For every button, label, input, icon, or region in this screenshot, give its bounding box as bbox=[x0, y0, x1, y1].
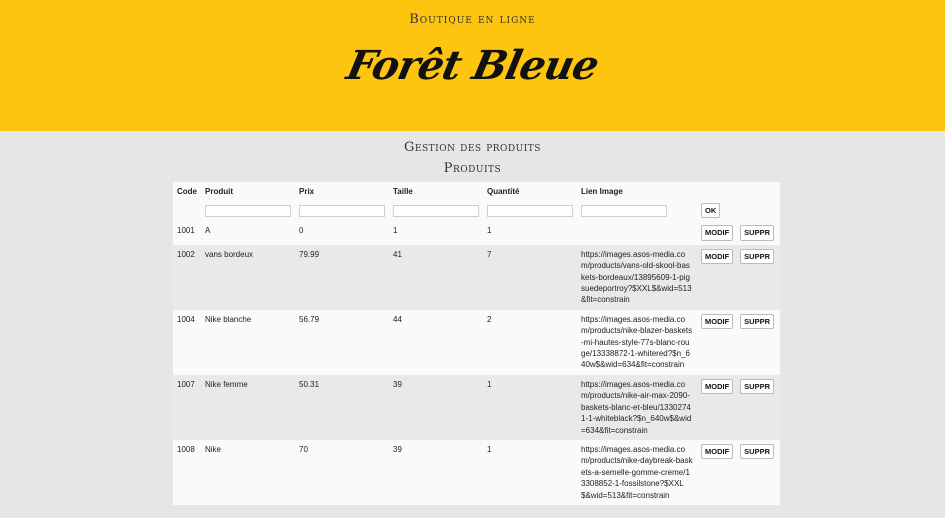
cell-produit: Nike femme bbox=[201, 374, 295, 440]
site-subtitle: Boutique en ligne bbox=[409, 12, 536, 27]
prix-input[interactable] bbox=[299, 204, 385, 217]
cell-prix: 0 bbox=[295, 221, 389, 245]
cell-code: 1008 bbox=[173, 439, 201, 505]
cell-quantite: 1 bbox=[483, 439, 577, 505]
cell-quantite: 7 bbox=[483, 244, 577, 310]
cell-actions: MODIF SUPPR bbox=[697, 309, 780, 375]
site-logo: Forêt Bleue bbox=[342, 42, 603, 89]
cell-prix: 79.99 bbox=[295, 244, 389, 310]
cell-prix: 70 bbox=[295, 439, 389, 505]
col-header-prix: Prix bbox=[295, 182, 389, 200]
suppr-button[interactable]: SUPPR bbox=[740, 378, 775, 395]
table-header-row: Code Produit Prix Taille Quantité Lien I… bbox=[173, 182, 780, 200]
cell-taille: 41 bbox=[389, 244, 483, 310]
new-product-form-row: OK bbox=[173, 200, 780, 222]
cell-lien-image: https://images.asos-media.com/products/n… bbox=[577, 439, 697, 505]
produit-input[interactable] bbox=[205, 204, 291, 217]
modif-button[interactable]: MODIF bbox=[701, 313, 734, 330]
products-table: Code Produit Prix Taille Quantité Lien I… bbox=[173, 182, 780, 505]
modif-button[interactable]: MODIF bbox=[701, 225, 734, 241]
cell-prix: 56.79 bbox=[295, 309, 389, 375]
taille-input[interactable] bbox=[393, 204, 479, 217]
cell-produit: Nike blanche bbox=[201, 309, 295, 375]
section-title: Produits bbox=[443, 161, 502, 176]
table-row: 1002 vans bordeux 79.99 41 7 https://images.a… bbox=[173, 244, 780, 310]
table-row: 1001 A 0 1 1 MODIF SUPPR bbox=[173, 221, 780, 245]
suppr-button[interactable]: SUPPR bbox=[740, 225, 775, 241]
suppr-button[interactable]: SUPPR bbox=[740, 443, 775, 460]
cell-actions: MODIF SUPPR bbox=[697, 244, 780, 310]
page-title: Gestion des produits bbox=[404, 140, 541, 155]
cell-taille: 39 bbox=[389, 374, 483, 440]
modif-button[interactable]: MODIF bbox=[701, 378, 734, 395]
col-header-produit: Produit bbox=[201, 182, 295, 200]
suppr-button[interactable]: SUPPR bbox=[740, 248, 775, 265]
cell-actions: MODIF SUPPR bbox=[697, 439, 780, 505]
cell-produit: Nike bbox=[201, 439, 295, 505]
ok-button[interactable]: OK bbox=[701, 203, 721, 219]
cell-lien-image bbox=[577, 221, 697, 245]
col-header-quantite: Quantité bbox=[483, 182, 577, 200]
cell-quantite: 1 bbox=[483, 221, 577, 245]
cell-produit: A bbox=[201, 221, 295, 245]
modif-button[interactable]: MODIF bbox=[701, 248, 734, 265]
cell-lien-image: https://images.asos-media.com/products/n… bbox=[577, 309, 697, 375]
cell-taille: 44 bbox=[389, 309, 483, 375]
cell-lien-image: https://images.asos-media.com/products/n… bbox=[577, 374, 697, 440]
cell-quantite: 1 bbox=[483, 374, 577, 440]
col-header-taille: Taille bbox=[389, 182, 483, 200]
cell-code: 1004 bbox=[173, 309, 201, 375]
table-row: 1008 Nike 70 39 1 https://images.asos-media.c… bbox=[173, 439, 780, 505]
cell-actions: MODIF SUPPR bbox=[697, 221, 780, 245]
modif-button[interactable]: MODIF bbox=[701, 443, 734, 460]
table-row: 1007 Nike femme 50.31 39 1 https://images.aso… bbox=[173, 374, 780, 440]
cell-code: 1002 bbox=[173, 244, 201, 310]
lien-image-input[interactable] bbox=[581, 204, 667, 217]
suppr-button[interactable]: SUPPR bbox=[740, 313, 775, 330]
quantite-input[interactable] bbox=[487, 204, 573, 217]
col-header-actions bbox=[697, 182, 780, 200]
cell-code: 1007 bbox=[173, 374, 201, 440]
cell-quantite: 2 bbox=[483, 309, 577, 375]
table-row: 1004 Nike blanche 56.79 44 2 https://images.a… bbox=[173, 309, 780, 375]
cell-code: 1001 bbox=[173, 221, 201, 245]
cell-actions: MODIF SUPPR bbox=[697, 374, 780, 440]
col-header-code: Code bbox=[173, 182, 201, 200]
cell-lien-image: https://images.asos-media.com/products/v… bbox=[577, 244, 697, 310]
cell-produit: vans bordeux bbox=[201, 244, 295, 310]
site-header: Boutique en ligne Forêt Bleue bbox=[0, 0, 945, 131]
cell-taille: 1 bbox=[389, 221, 483, 245]
col-header-lien-image: Lien Image bbox=[577, 182, 697, 200]
cell-taille: 39 bbox=[389, 439, 483, 505]
cell-prix: 50.31 bbox=[295, 374, 389, 440]
